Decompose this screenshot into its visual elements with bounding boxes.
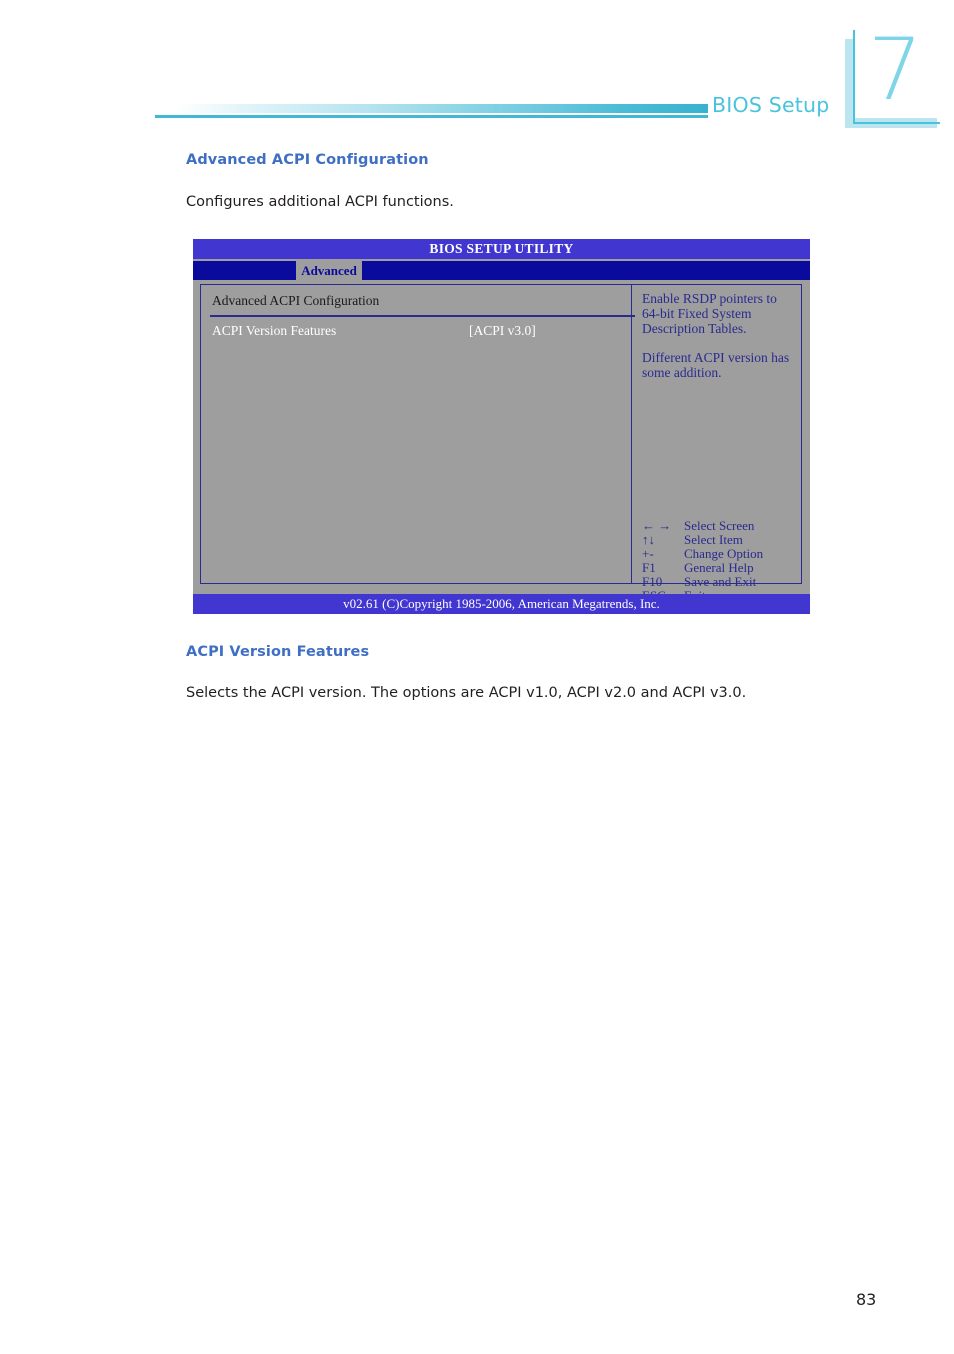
bios-footer-copyright: v02.61 (C)Copyright 1985-2006, American … bbox=[193, 594, 810, 614]
key-legend-desc: Change Option bbox=[684, 546, 764, 561]
bios-option-label-acpi-version-features[interactable]: ACPI Version Features bbox=[212, 323, 336, 339]
header-gradient-bar bbox=[155, 104, 708, 113]
key-legend-desc: Select Screen bbox=[684, 518, 755, 533]
bios-panel-divider bbox=[210, 315, 635, 317]
bios-help-panel: Enable RSDP pointers to 64-bit Fixed Sys… bbox=[631, 284, 802, 603]
bios-title-bar: BIOS SETUP UTILITY bbox=[193, 239, 810, 259]
bios-panel-title: Advanced ACPI Configuration bbox=[212, 293, 380, 308]
key-legend-key: +- bbox=[642, 546, 654, 561]
bios-content-area: Advanced ACPI Configuration ACPI Version… bbox=[193, 280, 810, 603]
bios-option-value-acpi-version-features[interactable]: [ACPI v3.0] bbox=[469, 323, 536, 339]
key-legend-key: ↑↓ bbox=[642, 532, 655, 547]
chapter-marker: 7 bbox=[840, 20, 940, 128]
key-legend-row: F10 Save and Exit bbox=[642, 575, 797, 589]
heading-acpi-version-features: ACPI Version Features bbox=[186, 644, 370, 660]
bios-settings-panel: Advanced ACPI Configuration ACPI Version… bbox=[200, 284, 635, 584]
key-legend-row: ← → Select Screen bbox=[642, 519, 797, 533]
chapter-bracket-line-horizontal bbox=[853, 122, 940, 124]
key-legend-desc: General Help bbox=[684, 560, 754, 575]
bios-tab-advanced[interactable]: Advanced bbox=[296, 261, 362, 280]
page-number: 83 bbox=[856, 1290, 877, 1309]
header-rule-line bbox=[155, 115, 708, 118]
key-legend-row: ↑↓ Select Item bbox=[642, 533, 797, 547]
key-legend-key: F1 bbox=[642, 560, 656, 575]
bios-help-text: Enable RSDP pointers to 64-bit Fixed Sys… bbox=[642, 291, 794, 380]
key-legend-key: F10 bbox=[642, 574, 663, 589]
heading-advanced-acpi-configuration: Advanced ACPI Configuration bbox=[186, 152, 429, 168]
key-legend-desc: Save and Exit bbox=[684, 574, 757, 589]
paragraph-configures-acpi: Configures additional ACPI functions. bbox=[186, 194, 454, 210]
key-legend-desc: Select Item bbox=[684, 532, 743, 547]
bios-help-paragraph-1: Enable RSDP pointers to 64-bit Fixed Sys… bbox=[642, 291, 777, 336]
bios-help-paragraph-2: Different ACPI version has some addition… bbox=[642, 349, 790, 380]
header-section-title: BIOS Setup bbox=[712, 93, 830, 117]
key-legend-row: +- Change Option bbox=[642, 547, 797, 561]
paragraph-selects-acpi-version: Selects the ACPI version. The options ar… bbox=[186, 685, 747, 701]
chapter-number: 7 bbox=[868, 20, 923, 120]
page-header: BIOS Setup 7 bbox=[0, 0, 954, 150]
bios-setup-utility-window: BIOS SETUP UTILITY Advanced Advanced ACP… bbox=[193, 239, 810, 614]
bios-key-legend: ← → Select Screen ↑↓ Select Item +- Chan… bbox=[642, 519, 797, 603]
chapter-bracket-line-vertical bbox=[853, 30, 855, 124]
bios-menu-bar: Advanced bbox=[193, 261, 810, 280]
key-legend-key: ← → bbox=[642, 518, 672, 533]
key-legend-row: F1 General Help bbox=[642, 561, 797, 575]
